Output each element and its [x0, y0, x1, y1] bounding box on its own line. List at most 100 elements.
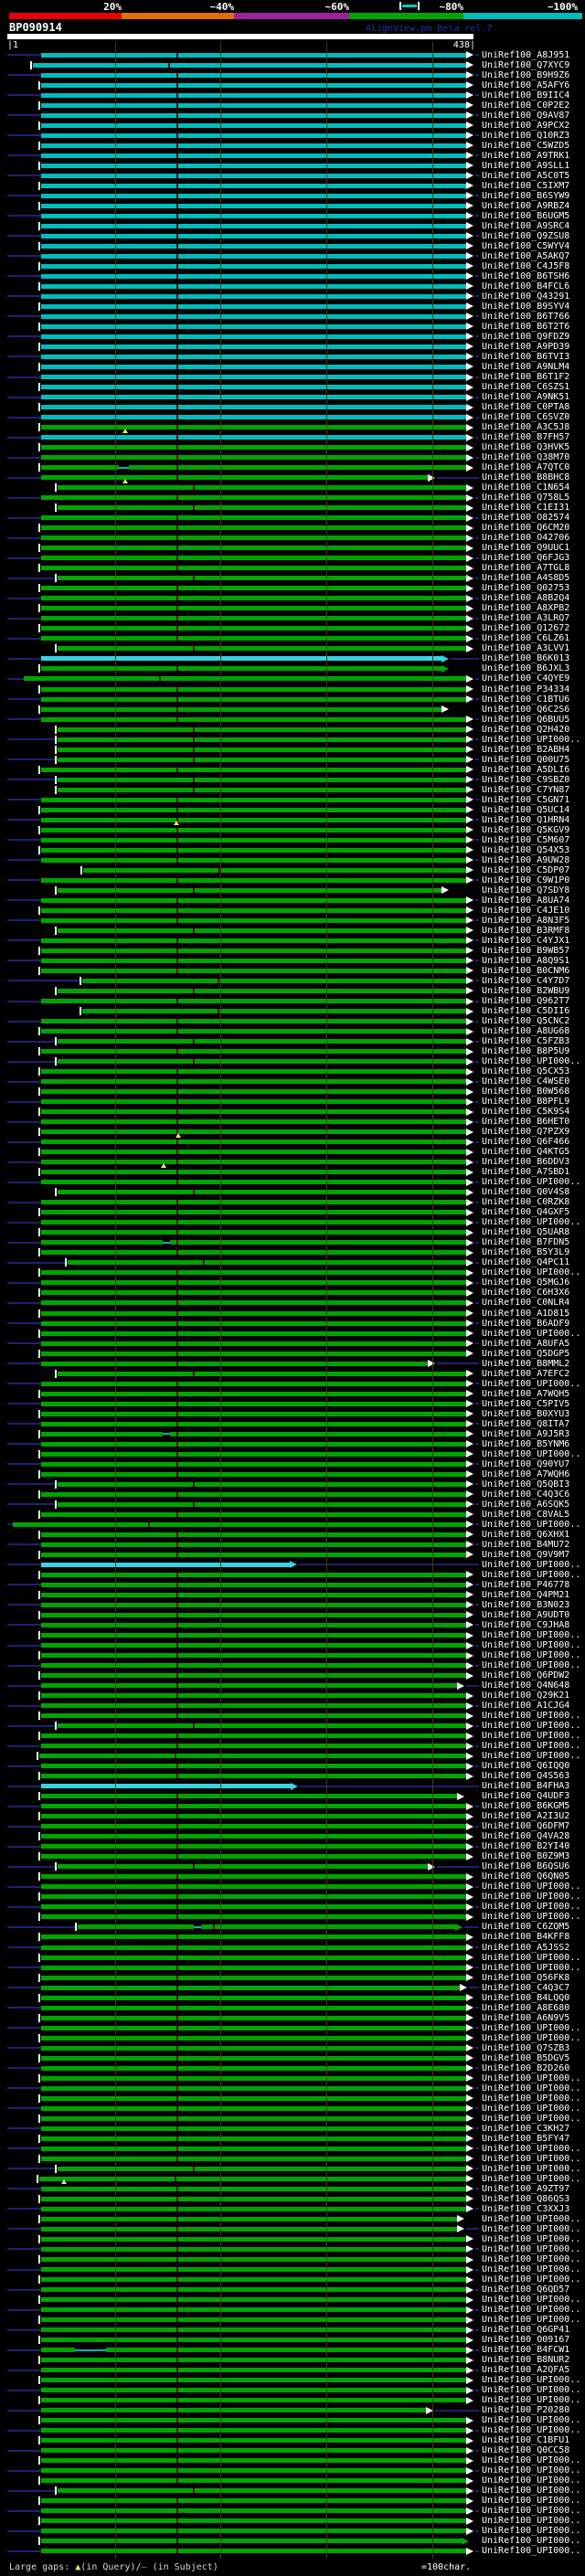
hit-label[interactable]: UniRef100_UPI000.. — [482, 1892, 584, 1902]
alignment-bar[interactable] — [58, 1723, 466, 1729]
hit-label[interactable]: UniRef100_UPI000.. — [482, 2506, 584, 2516]
hit-label[interactable]: UniRef100_Q5UC14 — [482, 805, 584, 815]
alignment-bar[interactable] — [41, 1109, 466, 1115]
hit-label[interactable]: UniRef100_B6JXL3 — [482, 663, 584, 673]
hit-label[interactable]: UniRef100_Q12672 — [482, 623, 584, 633]
hit-label[interactable]: UniRef100_C5FZB3 — [482, 1036, 584, 1046]
hit-label[interactable]: UniRef100_A8UA74 — [482, 896, 584, 906]
alignment-bar[interactable] — [41, 1945, 466, 1950]
hit-label[interactable]: UniRef100_UPI000.. — [482, 1711, 584, 1721]
hit-label[interactable]: UniRef100_UPI000.. — [482, 2083, 584, 2094]
alignment-bar[interactable] — [41, 344, 466, 349]
hit-label[interactable]: UniRef100_A7SBD1 — [482, 1167, 584, 1177]
hit-label[interactable]: UniRef100_C7YN87 — [482, 785, 584, 795]
hit-label[interactable]: UniRef100_B6SYW9 — [482, 191, 584, 201]
alignment-bar[interactable] — [58, 1059, 466, 1065]
alignment-bar[interactable] — [41, 1320, 466, 1326]
hit-label[interactable]: UniRef100_A7WQH6 — [482, 1469, 584, 1479]
hit-label[interactable]: UniRef100_Q4GXF5 — [482, 1207, 584, 1217]
alignment-bar[interactable] — [41, 82, 466, 88]
alignment-bar[interactable] — [41, 263, 466, 269]
alignment-bar[interactable] — [41, 375, 466, 379]
alignment-bar[interactable] — [41, 2125, 466, 2131]
alignment-bar[interactable] — [58, 1190, 466, 1195]
hit-label[interactable]: UniRef100_A2I3U2 — [482, 1811, 584, 1821]
hit-label[interactable]: UniRef100_B6T766 — [482, 312, 584, 322]
alignment-bar[interactable] — [41, 2065, 466, 2071]
hit-label[interactable]: UniRef100_C0RZK8 — [482, 1197, 584, 1207]
hit-label[interactable]: UniRef100_A3C5J8 — [482, 422, 584, 432]
alignment-bar[interactable] — [68, 1260, 466, 1266]
hit-label[interactable]: UniRef100_A7TGL8 — [482, 563, 584, 573]
alignment-bar[interactable] — [58, 757, 466, 762]
hit-label[interactable]: UniRef100_UPI000.. — [482, 1721, 584, 1731]
alignment-bar[interactable] — [41, 223, 466, 228]
hit-label[interactable]: UniRef100_B6K013 — [482, 653, 584, 663]
alignment-bar[interactable] — [41, 1089, 466, 1095]
alignment-bar[interactable] — [41, 1955, 466, 1960]
alignment-bar[interactable] — [41, 1673, 466, 1679]
alignment-bar[interactable] — [41, 968, 466, 973]
hit-label[interactable]: UniRef100_Q6BUU5 — [482, 715, 584, 725]
hit-label[interactable]: UniRef100_UPI000.. — [482, 2174, 584, 2184]
alignment-bar[interactable] — [41, 566, 466, 571]
alignment-bar[interactable] — [58, 1481, 466, 1487]
alignment-bar[interactable] — [41, 1119, 466, 1125]
hit-label[interactable]: UniRef100_C5DII6 — [482, 1006, 584, 1016]
alignment-bar[interactable] — [83, 867, 466, 873]
hit-label[interactable]: UniRef100_A3LVV1 — [482, 643, 584, 653]
alignment-bar[interactable] — [41, 1693, 466, 1699]
hit-label[interactable]: UniRef100_UPI000.. — [482, 2104, 584, 2114]
hit-label[interactable]: UniRef100_A6SQK5 — [482, 1500, 584, 1510]
alignment-bar[interactable] — [41, 1633, 466, 1638]
alignment-bar[interactable] — [41, 1431, 466, 1436]
hit-label[interactable]: UniRef100_UPI000.. — [482, 1570, 584, 1580]
hit-label[interactable]: UniRef100_Q5QBI3 — [482, 1479, 584, 1489]
hit-label[interactable]: UniRef100_B6T2T6 — [482, 322, 584, 332]
hit-label[interactable]: UniRef100_B4KFF8 — [482, 1932, 584, 1942]
hit-label[interactable]: UniRef100_Q9V9M7 — [482, 1550, 584, 1560]
alignment-bar[interactable] — [41, 455, 466, 461]
hit-label[interactable]: UniRef100_UPI000.. — [482, 2164, 584, 2174]
alignment-bar[interactable] — [41, 2095, 466, 2101]
alignment-bar[interactable] — [41, 385, 466, 390]
hit-label[interactable]: UniRef100_UPI000.. — [482, 2234, 584, 2244]
alignment-bar[interactable] — [41, 1129, 466, 1135]
alignment-bar[interactable] — [41, 2146, 466, 2151]
alignment-bar[interactable] — [41, 2549, 466, 2554]
hit-label[interactable]: UniRef100_C1BFU1 — [482, 2435, 584, 2445]
alignment-bar[interactable] — [58, 1371, 466, 1376]
alignment-bar[interactable] — [41, 1804, 466, 1809]
alignment-bar[interactable] — [41, 395, 466, 400]
hit-label[interactable]: UniRef100_A9UDT0 — [482, 1610, 584, 1620]
alignment-bar[interactable] — [41, 1290, 466, 1296]
hit-label[interactable]: UniRef100_C9JHA8 — [482, 1620, 584, 1630]
hit-label[interactable]: UniRef100_Q4PM21 — [482, 1590, 584, 1600]
alignment-bar[interactable] — [41, 1733, 466, 1739]
alignment-bar[interactable] — [41, 425, 466, 430]
alignment-bar[interactable] — [41, 2206, 466, 2211]
alignment-bar[interactable] — [41, 1180, 466, 1185]
alignment-bar[interactable] — [41, 636, 466, 641]
alignment-bar[interactable] — [41, 203, 466, 208]
alignment-bar[interactable] — [41, 2518, 466, 2524]
alignment-bar[interactable] — [41, 1794, 457, 1799]
hit-label[interactable]: UniRef100_UPI000.. — [482, 2425, 584, 2435]
alignment-bar[interactable] — [41, 1220, 466, 1225]
hit-label[interactable]: UniRef100_B5YNM6 — [482, 1439, 584, 1449]
alignment-bar[interactable] — [41, 1029, 466, 1034]
hit-label[interactable]: UniRef100_Q6GP41 — [482, 2325, 584, 2335]
alignment-bar[interactable] — [41, 666, 441, 672]
alignment-bar[interactable] — [41, 1280, 466, 1286]
alignment-bar[interactable] — [41, 877, 466, 883]
alignment-bar[interactable] — [41, 1210, 466, 1215]
hit-label[interactable]: UniRef100_UPI000.. — [482, 2415, 584, 2425]
hit-label[interactable]: UniRef100_A9J5R3 — [482, 1429, 584, 1439]
alignment-bar[interactable] — [58, 1039, 466, 1044]
alignment-bar[interactable] — [58, 747, 466, 752]
alignment-bar[interactable] — [41, 2015, 466, 2020]
alignment-bar[interactable] — [41, 1774, 466, 1779]
hit-label[interactable]: UniRef100_B8PFL9 — [482, 1097, 584, 1107]
hit-label[interactable]: UniRef100_Q5CNC2 — [482, 1016, 584, 1026]
alignment-bar[interactable] — [41, 2267, 466, 2273]
